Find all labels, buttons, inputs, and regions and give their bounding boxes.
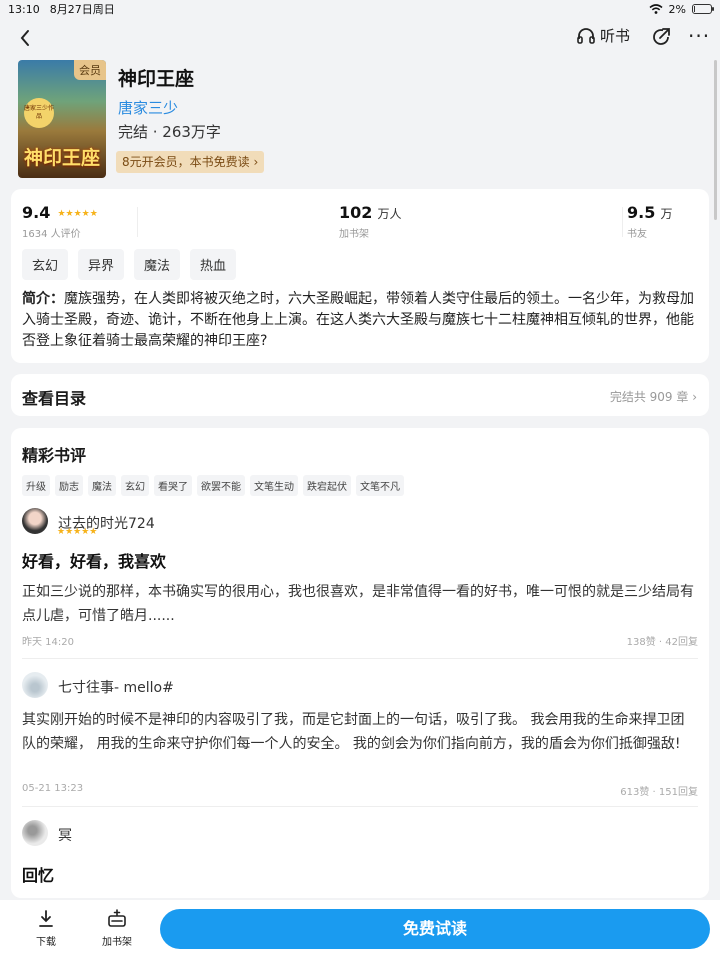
- review-username[interactable]: 冥: [58, 825, 72, 845]
- book-header: 会员 唐家三少作品 神印王座 神印王座 唐家三少 完结 · 263万字 8元开会…: [18, 60, 708, 178]
- wifi-icon: [649, 4, 663, 14]
- review-username[interactable]: 七寸往事- mello#: [58, 677, 174, 697]
- listen-button[interactable]: 听书: [576, 25, 630, 46]
- status-bar: 13:10 8月27日周日 2%: [0, 0, 720, 18]
- genre-tag[interactable]: 玄幻: [22, 249, 69, 280]
- download-button[interactable]: 下载: [26, 909, 66, 948]
- status-date: 8月27日周日: [49, 3, 115, 16]
- stat-divider: [622, 207, 623, 237]
- share-icon: [653, 28, 670, 45]
- scrollbar[interactable]: [714, 60, 717, 220]
- reviews-card: 精彩书评 升级 励志 魔法 玄幻 看哭了 欲罢不能 文笔生动 跌宕起伏 文笔不凡…: [11, 428, 709, 898]
- fans-label: 书友: [627, 229, 647, 240]
- review-tag[interactable]: 看哭了: [154, 475, 192, 496]
- review-tag[interactable]: 文笔生动: [250, 475, 298, 496]
- reviews-title: 精彩书评: [22, 446, 87, 465]
- book-meta: 完结 · 263万字: [118, 123, 221, 141]
- toc-title: 查看目录: [22, 389, 87, 408]
- shelf-label: 加书架: [339, 229, 369, 240]
- bottom-bar: 下载 加书架 免费试读: [0, 900, 720, 960]
- genre-tag[interactable]: 魔法: [134, 249, 181, 280]
- review-tag[interactable]: 励志: [55, 475, 83, 496]
- vip-tag: 会员: [74, 60, 106, 80]
- cover-seal: 唐家三少作品: [24, 98, 54, 128]
- stats-row: 9.4 ★★★★★ 1634 人评价 102 万人 加书架 9.5 万 书友: [22, 203, 698, 243]
- genre-tags: 玄幻 异界 魔法 热血: [22, 249, 237, 280]
- vip-promo-button[interactable]: 8元开会员，本书免费读 ›: [116, 151, 265, 173]
- download-label: 下载: [36, 937, 56, 948]
- cover-title: 神印王座: [23, 147, 100, 169]
- chevron-left-icon: [20, 30, 29, 46]
- review-tag[interactable]: 跌宕起伏: [303, 475, 351, 496]
- review-stats: 138赞 · 42回复: [626, 637, 698, 648]
- headphones-icon: [577, 27, 595, 44]
- review-item[interactable]: 过去的时光724 ★★★★★ 好看，好看，我喜欢 正如三少说的那样，本书确实写的…: [22, 508, 698, 648]
- review-stars-icon: ★★★★★: [57, 527, 98, 537]
- genre-tag[interactable]: 热血: [190, 249, 237, 280]
- divider: [22, 806, 698, 807]
- review-tags: 升级 励志 魔法 玄幻 看哭了 欲罢不能 文笔生动 跌宕起伏 文笔不凡: [22, 475, 404, 496]
- review-tag[interactable]: 升级: [22, 475, 50, 496]
- review-tag[interactable]: 魔法: [88, 475, 116, 496]
- toc-info: 完结共 909 章 ›: [609, 390, 697, 404]
- review-item[interactable]: 七寸往事- mello# 其实刚开始的时候不是神印的内容吸引了我，而是它封面上的…: [22, 672, 698, 802]
- rating-stars-icon: ★★★★★: [57, 209, 98, 219]
- avatar[interactable]: [22, 672, 48, 698]
- review-date: 昨天 14:20: [22, 637, 74, 648]
- divider: [22, 658, 698, 659]
- review-headline: 回忆: [22, 866, 55, 885]
- book-author[interactable]: 唐家三少: [118, 97, 178, 118]
- share-button[interactable]: [650, 26, 672, 48]
- bookshelf-add-icon: [107, 909, 127, 929]
- review-body: 其实刚开始的时候不是神印的内容吸引了我，而是它封面上的一句话，吸引了我。 我会用…: [22, 712, 685, 752]
- battery-percent: 2%: [668, 2, 686, 16]
- fans-unit: 万: [660, 207, 673, 221]
- more-icon: ···: [688, 24, 711, 48]
- book-cover[interactable]: 会员 唐家三少作品 神印王座: [18, 60, 106, 178]
- shelf-unit: 万人: [377, 207, 402, 221]
- review-date: 05-21 13:23: [22, 783, 84, 794]
- shelf-count: 102: [339, 203, 373, 222]
- add-shelf-button[interactable]: 加书架: [97, 909, 137, 948]
- intro-text: 魔族强势，在人类即将被灭绝之时，六大圣殿崛起，带领着人类守住最后的领土。一名少年…: [22, 291, 694, 349]
- rating-stat[interactable]: 9.4 ★★★★★ 1634 人评价: [22, 203, 98, 240]
- avatar[interactable]: [22, 820, 48, 846]
- status-right: 2%: [649, 2, 714, 16]
- review-tag[interactable]: 文笔不凡: [356, 475, 404, 496]
- review-tag[interactable]: 玄幻: [121, 475, 149, 496]
- rating-value: 9.4: [22, 203, 51, 222]
- intro-label: 简介：: [22, 291, 64, 307]
- toc-card[interactable]: 查看目录 完结共 909 章 ›: [11, 374, 709, 416]
- shelf-stat: 102 万人 加书架: [339, 203, 402, 240]
- review-stats: 613赞 · 151回复: [620, 787, 698, 798]
- book-info-card: 9.4 ★★★★★ 1634 人评价 102 万人 加书架 9.5 万 书友 玄…: [11, 189, 709, 363]
- genre-tag[interactable]: 异界: [78, 249, 125, 280]
- add-shelf-label: 加书架: [102, 937, 132, 948]
- nav-bar: 听书 ···: [0, 22, 720, 54]
- back-button[interactable]: [14, 26, 38, 50]
- review-tag[interactable]: 欲罢不能: [197, 475, 245, 496]
- free-read-button[interactable]: 免费试读: [160, 909, 710, 949]
- book-intro[interactable]: 简介：魔族强势，在人类即将被灭绝之时，六大圣殿崛起，带领着人类守住最后的领土。一…: [22, 289, 698, 352]
- fans-count: 9.5: [627, 203, 656, 222]
- status-time: 13:10: [8, 2, 40, 16]
- rating-count: 1634 人评价: [22, 229, 81, 240]
- listen-label: 听书: [600, 27, 631, 45]
- download-icon: [36, 909, 56, 929]
- book-title: 神印王座: [118, 68, 195, 90]
- more-button[interactable]: ···: [688, 24, 710, 48]
- avatar[interactable]: [22, 508, 48, 534]
- review-headline: 好看，好看，我喜欢: [22, 552, 167, 571]
- review-body: 正如三少说的那样，本书确实写的很用心，我也很喜欢，是非常值得一看的好书，唯一可恨…: [22, 584, 694, 624]
- stat-divider: [137, 207, 138, 237]
- battery-icon: [692, 4, 714, 14]
- fans-stat[interactable]: 9.5 万 书友: [627, 203, 672, 240]
- review-item[interactable]: 冥 回忆: [22, 820, 698, 898]
